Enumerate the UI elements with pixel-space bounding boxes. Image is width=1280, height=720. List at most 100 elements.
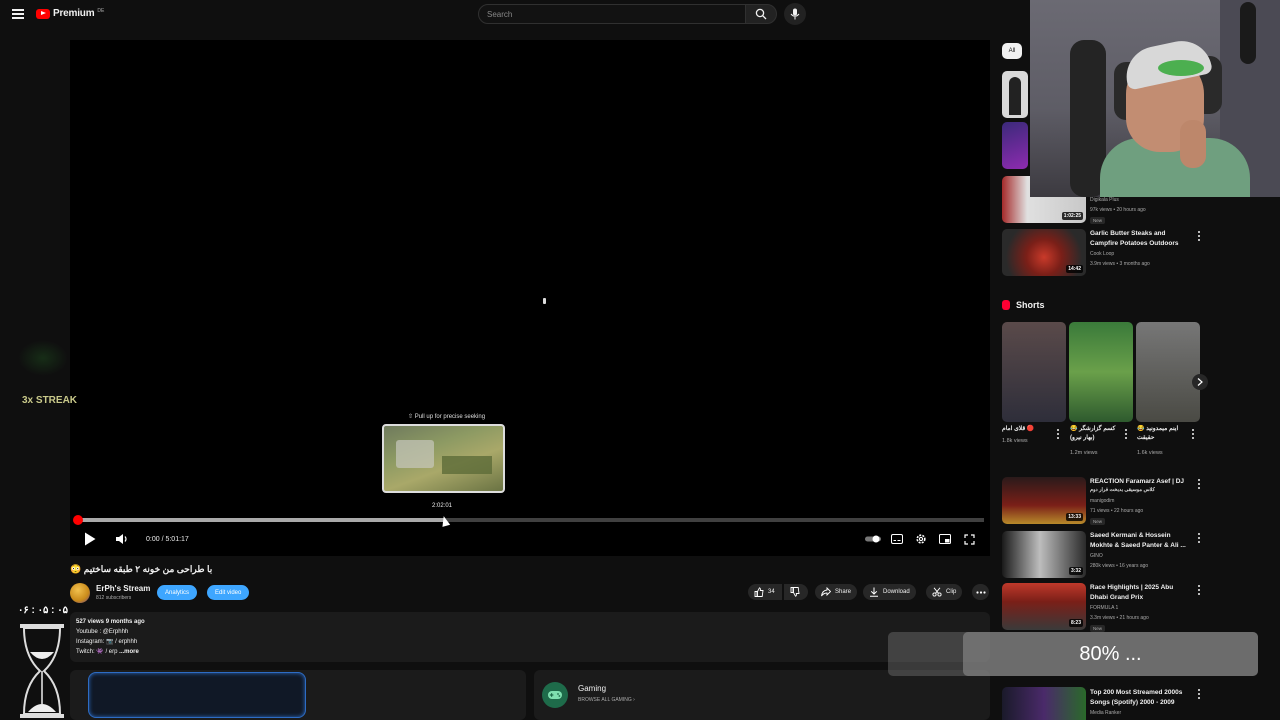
youtube-studio-screen: Premium DE Search ⇧ Pull up for precise … xyxy=(0,0,1280,720)
video-options-icon[interactable] xyxy=(1197,533,1201,543)
short-title[interactable]: کسم گزارشگر 😂 (بهار نیرو) xyxy=(1070,425,1126,443)
video-player[interactable]: ⇧ Pull up for precise seeking 2:02:01 0:… xyxy=(70,40,990,556)
overlay-faded-graphic xyxy=(18,340,68,376)
time-display: 0:00 / 5:01:17 xyxy=(146,536,189,543)
autoplay-toggle-icon xyxy=(865,535,881,543)
shorts-next-button[interactable] xyxy=(1192,374,1208,390)
related-video-title[interactable]: REACTION Faramarz Asef | DJ xyxy=(1090,477,1190,487)
channel-name[interactable]: ErPh's Stream xyxy=(96,584,150,593)
related-video-thumbnail[interactable]: 14:42 xyxy=(1002,229,1086,276)
related-video-thumbnail[interactable]: 8:23 xyxy=(1002,583,1086,630)
settings-button[interactable] xyxy=(914,532,928,546)
video-options-icon[interactable] xyxy=(1197,585,1201,595)
description-box[interactable]: 527 views 9 months ago Youtube : @Erphhh… xyxy=(70,612,990,662)
short-options-icon[interactable] xyxy=(1191,429,1195,439)
search-input[interactable]: Search xyxy=(478,4,746,24)
description-line-youtube: Youtube : @Erphhh xyxy=(76,629,129,635)
thumbs-down-icon xyxy=(790,587,800,597)
subtitles-button[interactable] xyxy=(890,532,904,546)
video-duration: 13:33 xyxy=(1066,513,1083,521)
clip-label: Clip xyxy=(946,589,957,595)
download-label: Download xyxy=(883,589,910,595)
logo-text: Premium xyxy=(53,8,95,19)
short-views: 1.6k views xyxy=(1137,450,1163,456)
clip-button[interactable]: Clip xyxy=(926,584,963,600)
seek-preview-time: 2:02:01 xyxy=(432,503,453,509)
gear-icon xyxy=(916,534,926,544)
menu-icon[interactable] xyxy=(12,9,24,19)
streak-label: 3x STREAK xyxy=(22,395,78,406)
shorts-header: Shorts xyxy=(1002,300,1045,310)
share-button[interactable]: Share xyxy=(815,584,858,600)
channel-avatar[interactable] xyxy=(70,583,90,603)
related-video-thumbnail[interactable] xyxy=(1002,71,1028,118)
video-duration: 3:32 xyxy=(1068,567,1083,575)
volume-button[interactable] xyxy=(114,532,130,546)
youtube-logo[interactable]: Premium DE xyxy=(36,8,104,19)
related-video-title[interactable]: Saeed Kermani & Hossein Mokhte & Saeed P… xyxy=(1090,531,1190,551)
fullscreen-button[interactable] xyxy=(962,532,976,546)
progress-scrubber-handle[interactable] xyxy=(73,515,83,525)
volume-icon xyxy=(116,534,127,544)
related-video-title[interactable]: Garlic Butter Steaks and Campfire Potato… xyxy=(1090,229,1190,249)
short-title[interactable]: اینم میمدونید 😂 حقیقت xyxy=(1137,425,1191,443)
short-views: 1.2m views xyxy=(1070,450,1098,456)
more-link[interactable]: ...more xyxy=(119,649,139,655)
short-thumbnail[interactable] xyxy=(1002,322,1066,422)
related-video-thumbnail[interactable] xyxy=(1002,122,1028,169)
edit-video-button[interactable]: Edit video xyxy=(207,585,250,600)
dislike-button[interactable] xyxy=(784,584,808,600)
chevron-right-icon xyxy=(1197,378,1203,386)
mouse-cursor-icon xyxy=(439,515,451,527)
related-video-meta: 97k views • 20 hours ago xyxy=(1090,207,1146,213)
blurred-content xyxy=(88,672,306,718)
youtube-play-icon xyxy=(36,8,50,19)
analytics-button[interactable]: Analytics xyxy=(157,585,198,600)
download-button[interactable]: Download xyxy=(863,584,916,600)
gaming-icon xyxy=(542,682,568,708)
like-button[interactable]: 34 xyxy=(748,584,782,600)
short-options-icon[interactable] xyxy=(1056,429,1060,439)
short-title[interactable]: قلای امام 🔴 xyxy=(1002,425,1034,434)
related-video-channel: Cook Loop xyxy=(1090,251,1115,257)
autoplay-toggle[interactable] xyxy=(864,532,882,546)
video-duration: 8:23 xyxy=(1068,619,1083,627)
more-actions-button[interactable] xyxy=(972,584,989,600)
thumbs-up-icon xyxy=(754,587,764,597)
video-duration: 14:42 xyxy=(1066,265,1083,273)
related-video-thumbnail[interactable]: 13:33 xyxy=(1002,477,1086,524)
video-options-icon[interactable] xyxy=(1197,479,1201,489)
progress-bar[interactable] xyxy=(73,515,984,525)
voice-search-button[interactable] xyxy=(784,3,806,25)
short-options-icon[interactable] xyxy=(1124,429,1128,439)
video-options-icon[interactable] xyxy=(1197,231,1201,241)
thumbnail-figure xyxy=(1009,77,1021,115)
short-thumbnail[interactable] xyxy=(1136,322,1200,422)
subtitles-icon xyxy=(891,534,903,544)
related-video-thumbnail[interactable] xyxy=(1002,687,1086,720)
related-video-thumbnail[interactable]: 3:32 xyxy=(1002,531,1086,578)
player-controls: 0:00 / 5:01:17 xyxy=(70,528,990,552)
preview-house-shape xyxy=(396,440,434,468)
miniplayer-button[interactable] xyxy=(938,532,952,546)
browse-gaming-link[interactable]: BROWSE ALL GAMING › xyxy=(578,697,635,703)
download-icon xyxy=(870,587,878,597)
gamepad-icon xyxy=(548,691,562,699)
seek-hint: ⇧ Pull up for precise seeking xyxy=(408,414,486,420)
preview-ground-shape xyxy=(442,456,492,474)
related-video-title[interactable]: Race Highlights | 2025 Abu Dhabi Grand P… xyxy=(1090,583,1190,603)
related-video-title[interactable]: Top 200 Most Streamed 2000s Songs (Spoti… xyxy=(1090,688,1190,708)
gaming-card[interactable]: Gaming BROWSE ALL GAMING › xyxy=(534,670,990,720)
gaming-title: Gaming xyxy=(578,684,607,693)
short-thumbnail[interactable] xyxy=(1069,322,1133,422)
video-options-icon[interactable] xyxy=(1197,689,1201,699)
short-views: 1.8k views xyxy=(1002,438,1028,444)
related-video-meta: 280k views • 16 years ago xyxy=(1090,563,1149,569)
logo-region: DE xyxy=(97,7,105,14)
search-button[interactable] xyxy=(745,4,777,24)
description-line-twitch: Twitch: 👾 / erp xyxy=(76,649,118,655)
share-label: Share xyxy=(835,589,852,595)
related-video-channel: Media Ranker xyxy=(1090,710,1122,716)
play-button[interactable] xyxy=(82,532,98,546)
filter-chip-all[interactable]: All xyxy=(1002,43,1022,59)
